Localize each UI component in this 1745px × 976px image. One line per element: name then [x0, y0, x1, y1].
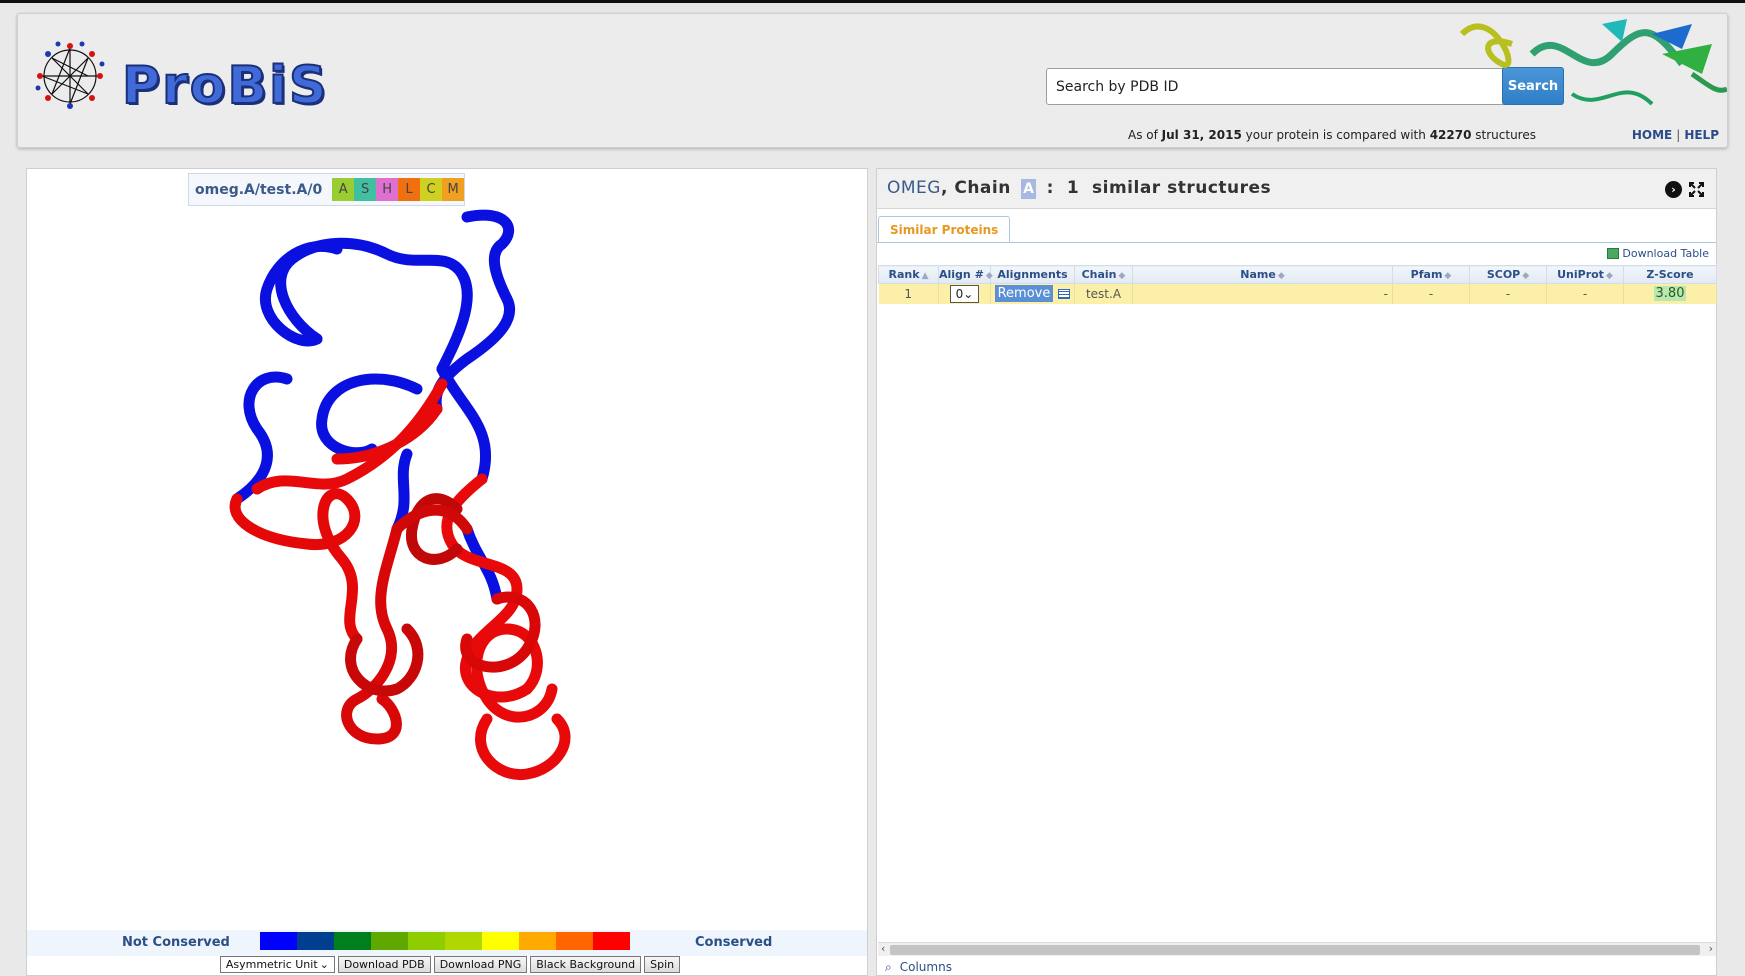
cell-rank: 1 [878, 283, 939, 304]
table-header-row: Rank ▲ Align # ◆ Alignments Chain ◆ Name ◆ P… [878, 265, 1717, 284]
window-top-border [0, 0, 1745, 3]
scale-swatch [371, 932, 408, 950]
top-nav: HOME | HELP [1632, 128, 1719, 142]
status-date: Jul 31, 2015 [1161, 128, 1242, 142]
column-header-pfam[interactable]: Pfam ◆ [1392, 265, 1470, 284]
status-count: 42270 [1429, 128, 1472, 142]
download-png-button[interactable]: Download PNG [433, 956, 528, 973]
column-header-uniprot[interactable]: UniProt ◆ [1546, 265, 1624, 284]
sort-icon: ◆ [1118, 271, 1126, 281]
tab-similar-proteins[interactable]: Similar Proteins [878, 216, 1011, 243]
scale-swatch [297, 932, 334, 950]
tab-divider [877, 242, 1716, 243]
column-header-zscore[interactable]: Z-Score [1623, 265, 1717, 284]
column-header-scop[interactable]: SCOP ◆ [1469, 265, 1547, 284]
download-table-link[interactable]: Download Table [1607, 247, 1709, 260]
style-button-c[interactable]: C [420, 178, 443, 201]
viewer-controls: Asymmetric Unit ⌄ Download PDB Download P… [27, 956, 867, 976]
spreadsheet-icon [1607, 248, 1620, 259]
sort-asc-icon: ▲ [921, 271, 929, 281]
align-select[interactable]: 0 ⌄ [950, 284, 979, 303]
style-button-l[interactable]: L [398, 178, 421, 201]
similar-count: 1 [1066, 178, 1080, 198]
column-header-rank[interactable]: Rank ▲ [878, 265, 939, 284]
cell-scop: - [1469, 283, 1547, 304]
zscore-badge: 3.80 [1653, 286, 1687, 302]
results-header: OMEG, Chain A : 1 similar structures › [877, 169, 1716, 209]
protein-ribbon-decoration [1459, 19, 1727, 106]
sort-icon: ◆ [985, 271, 993, 281]
structure-viewer-panel: omeg.A/test.A/0 A S H L C M Not Conserve… [26, 168, 868, 976]
scale-swatch [556, 932, 593, 950]
black-background-button[interactable]: Black Background [530, 956, 642, 973]
style-button-a[interactable]: A [332, 178, 355, 201]
sort-icon: ◆ [1605, 271, 1613, 281]
column-header-name[interactable]: Name ◆ [1132, 265, 1393, 284]
nav-separator: | [1676, 128, 1681, 142]
cell-pfam: - [1392, 283, 1470, 304]
protein-3d-viewer[interactable] [197, 199, 697, 819]
results-title: OMEG, Chain A : 1 similar structures [887, 178, 1272, 199]
scale-swatch [482, 932, 519, 950]
scale-swatch [408, 932, 445, 950]
sort-icon: ◆ [1522, 271, 1530, 281]
fullscreen-icon[interactable] [1688, 181, 1705, 198]
cell-align: 0 ⌄ [938, 283, 991, 304]
sort-icon: ◆ [1277, 271, 1285, 281]
network-logo-icon [35, 41, 105, 109]
magnifier-icon: ⌕ [885, 960, 892, 974]
results-panel: OMEG, Chain A : 1 similar structures › S… [876, 168, 1717, 976]
logo-wordmark: ProBiS [121, 55, 329, 117]
download-pdb-button[interactable]: Download PDB [337, 956, 431, 973]
conservation-legend: Not Conserved Conserved [27, 930, 867, 956]
scale-swatch [260, 932, 297, 950]
unit-select[interactable]: Asymmetric Unit ⌄ [219, 956, 335, 973]
cell-chain: test.A [1074, 283, 1133, 304]
remove-button[interactable]: Remove [994, 285, 1054, 303]
sort-icon: ◆ [1444, 271, 1452, 281]
horizontal-scrollbar[interactable]: ‹ › [878, 942, 1716, 956]
columns-label: Columns [899, 960, 952, 974]
column-header-alignments: Alignments [990, 265, 1075, 284]
style-button-h[interactable]: H [376, 178, 399, 201]
cell-zscore: 3.80 [1623, 283, 1717, 304]
scale-swatch [445, 932, 482, 950]
scale-swatch [519, 932, 556, 950]
scroll-right-icon[interactable]: › [1709, 942, 1713, 955]
column-header-align[interactable]: Align # ◆ [938, 265, 993, 284]
style-button-s[interactable]: S [354, 178, 377, 201]
table-row[interactable]: 1 0 ⌄ Remove test.A - - - - 3.80 [878, 283, 1717, 304]
results-header-icons: › [1665, 181, 1705, 198]
cell-uniprot: - [1546, 283, 1624, 304]
spin-button[interactable]: Spin [644, 956, 681, 973]
cell-name: - [1132, 283, 1393, 304]
chevron-down-icon: ⌄ [319, 958, 329, 971]
scale-swatch [593, 932, 630, 950]
scale-swatch [334, 932, 371, 950]
similar-structures-table: Rank ▲ Align # ◆ Alignments Chain ◆ Name ◆ P… [878, 265, 1717, 304]
cell-alignments: Remove [990, 283, 1075, 304]
conservation-color-scale [260, 932, 630, 950]
scroll-left-icon[interactable]: ‹ [881, 942, 885, 955]
viewer-chain-label: omeg.A/test.A/0 [195, 181, 323, 198]
probis-logo[interactable]: ProBiS [30, 36, 390, 117]
style-button-m[interactable]: M [442, 178, 465, 201]
chevron-down-icon: ⌄ [963, 286, 974, 301]
pdb-search-input[interactable] [1046, 68, 1515, 105]
nav-help-link[interactable]: HELP [1684, 128, 1719, 142]
chain-badge: A [1021, 179, 1037, 199]
alignment-table-icon[interactable] [1058, 288, 1071, 299]
nav-home-link[interactable]: HOME [1632, 128, 1672, 142]
columns-toggle[interactable]: ⌕ Columns [885, 960, 952, 975]
legend-not-conserved: Not Conserved [122, 935, 230, 950]
column-header-chain[interactable]: Chain ◆ [1074, 265, 1133, 284]
site-header: ProBiS Search As of Jul 31, 2015 your pr… [17, 13, 1728, 148]
next-arrow-icon[interactable]: › [1665, 181, 1682, 198]
database-status: As of Jul 31, 2015 your protein is compa… [1128, 128, 1536, 142]
legend-conserved: Conserved [695, 935, 773, 950]
protein-id: OMEG [887, 178, 941, 198]
scrollbar-thumb[interactable] [890, 945, 1700, 955]
